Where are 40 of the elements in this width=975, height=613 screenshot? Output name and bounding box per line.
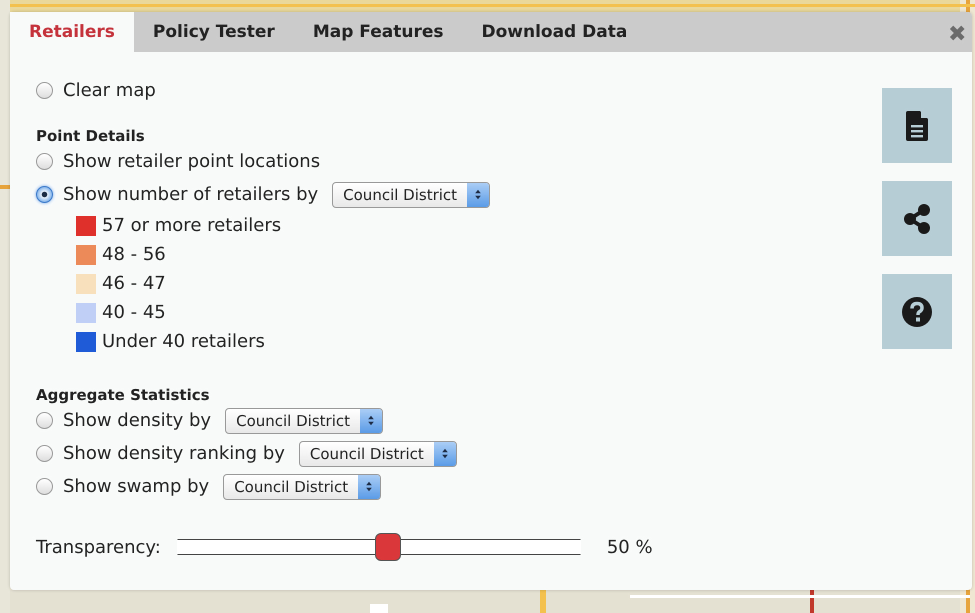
help-icon	[902, 296, 932, 326]
slider-label: Transparency:	[36, 536, 161, 558]
share-button[interactable]	[882, 181, 952, 256]
document-icon	[906, 110, 928, 140]
radio-button[interactable]	[36, 82, 53, 99]
tab[interactable]: Map Features	[294, 12, 462, 52]
radio-button[interactable]	[36, 186, 53, 203]
radio-button[interactable]	[36, 478, 53, 495]
option-label: Show density by	[63, 410, 212, 431]
radio-button[interactable]	[36, 445, 53, 462]
slider-value: 50 %	[606, 536, 653, 558]
section-heading: Aggregate Statistics	[36, 386, 211, 404]
option-label: Clear map	[63, 80, 156, 101]
legend-label: 46 - 47	[102, 273, 166, 294]
section-heading: Point Details	[36, 127, 146, 145]
tab[interactable]: Retailers	[10, 12, 134, 52]
slider-thumb[interactable]	[374, 533, 401, 561]
document-button[interactable]	[882, 88, 952, 163]
legend-label: 48 - 56	[102, 244, 166, 265]
legend-label: Under 40 retailers	[102, 331, 265, 352]
share-icon	[903, 204, 931, 234]
stepper-icon	[360, 408, 382, 432]
help-button[interactable]	[882, 274, 952, 349]
radio-button[interactable]	[36, 153, 53, 170]
stepper-icon	[467, 182, 490, 206]
legend-label: 57 or more retailers	[102, 215, 282, 236]
tab[interactable]: Download Data	[462, 12, 646, 52]
tab[interactable]: Policy Tester	[134, 12, 294, 52]
dropdown[interactable]: Council District	[223, 474, 382, 500]
dropdown[interactable]: Council District	[225, 408, 383, 434]
dropdown[interactable]: Council District	[298, 440, 457, 466]
stepper-icon	[358, 474, 380, 498]
stepper-icon	[434, 442, 456, 466]
option-label: Show density ranking by	[63, 443, 285, 464]
option-label: Show swamp by	[63, 476, 210, 497]
dropdown[interactable]: Council District	[332, 182, 490, 208]
option-label: Show number of retailers by	[63, 184, 318, 205]
option-label: Show retailer point locations	[63, 151, 320, 172]
radio-button[interactable]	[36, 412, 53, 429]
legend-label: 40 - 45	[102, 302, 166, 323]
